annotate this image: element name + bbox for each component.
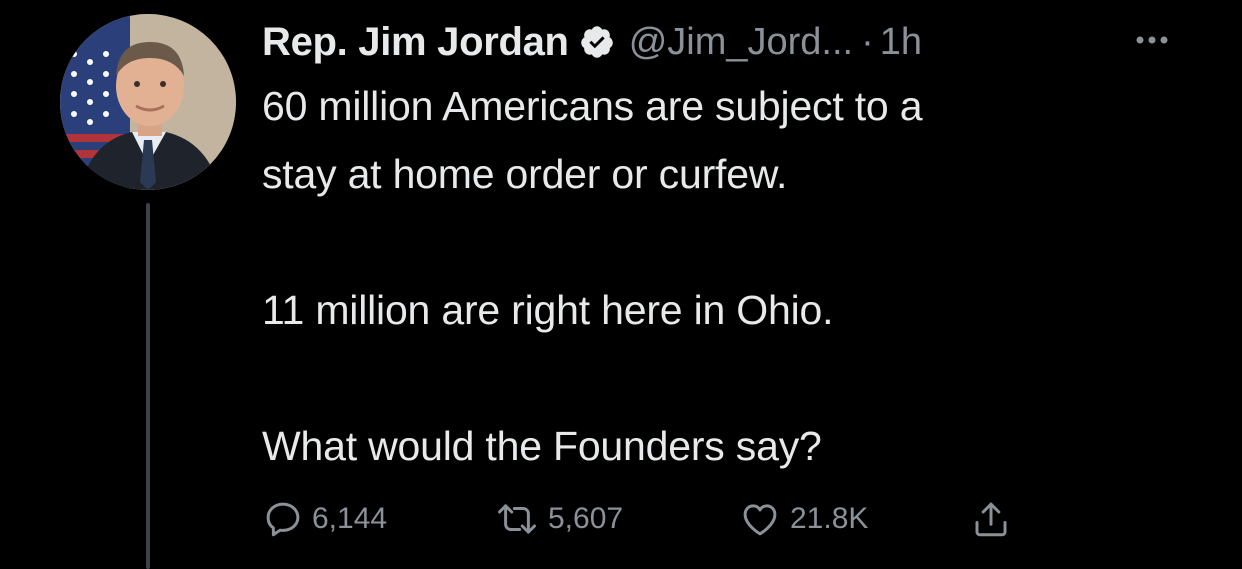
tweet-actions-bar: 6,144 5,607 21.8K bbox=[262, 496, 1062, 542]
author-display-name[interactable]: Rep. Jim Jordan bbox=[262, 20, 569, 65]
tweet-body-text: 60 million Americans are subject to a st… bbox=[262, 83, 923, 469]
avatar[interactable] bbox=[60, 14, 236, 190]
share-icon bbox=[975, 502, 1007, 537]
reply-button[interactable]: 6,144 bbox=[262, 496, 387, 542]
like-count: 21.8K bbox=[790, 502, 869, 535]
avatar-photo bbox=[60, 14, 236, 190]
like-button[interactable]: 21.8K bbox=[738, 496, 868, 542]
more-options-icon[interactable] bbox=[1132, 30, 1172, 50]
share-button[interactable] bbox=[970, 496, 1020, 542]
reply-icon bbox=[266, 502, 300, 537]
retweet-count: 5,607 bbox=[548, 502, 624, 535]
author-handle[interactable]: @Jim_Jord... bbox=[629, 21, 853, 64]
heart-icon bbox=[743, 504, 777, 536]
reply-count: 6,144 bbox=[312, 502, 388, 535]
retweet-button[interactable]: 5,607 bbox=[494, 496, 623, 542]
retweet-icon bbox=[498, 504, 536, 534]
header-separator: · bbox=[861, 20, 874, 63]
tweet-header: Rep. Jim Jordan @Jim_Jord... · 1h bbox=[262, 14, 922, 70]
tweet-timestamp[interactable]: 1h bbox=[880, 21, 922, 64]
verified-badge-icon bbox=[579, 24, 615, 60]
thread-connector-line bbox=[146, 203, 150, 569]
